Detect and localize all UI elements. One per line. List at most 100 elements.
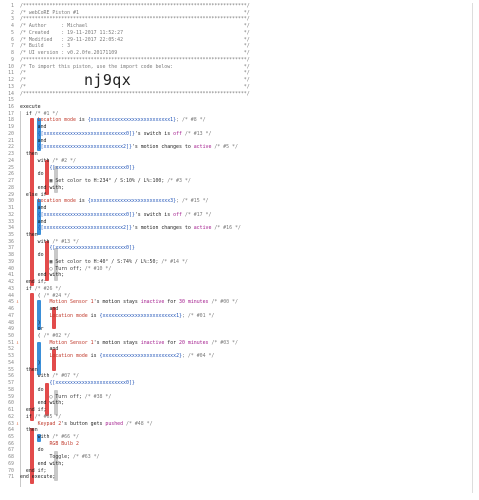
code-text[interactable]: then [20,367,38,374]
code-text[interactable]: do [20,252,44,259]
code-text[interactable]: ) [20,360,41,367]
import-code[interactable]: nj9qx [84,71,131,89]
line-number: 27 [8,178,14,185]
code-text[interactable]: with /* #66 */ [20,434,79,441]
code-text[interactable]: Motion Sensor 1's motion stays inactive … [20,299,238,306]
code-token: /* #63 */ [70,454,100,461]
code-text[interactable]: end with; [20,185,65,192]
code-text[interactable]: {[xxxxxxxxxxxxxxxxxxxxxxxxxxx2]}'s motio… [20,144,238,151]
code-token: /* #38 */ [81,393,112,400]
code-text[interactable]: {[xxxxxxxxxxxxxxxxxxxxxxxx0]} [20,165,134,172]
code-text[interactable]: do [20,387,44,394]
code-text[interactable]: then [20,151,38,158]
line-number: 61 [8,407,14,414]
code-text[interactable]: {[xxxxxxxxxxxxxxxxxxxxxxxx0]} [20,380,134,387]
code-text[interactable]: /* Created : 19-11-2017 11:52:27 */ [20,30,250,37]
code-text[interactable]: {[xxxxxxxxxxxxxxxxxxxxxxxxxxxx0]}'s swit… [20,131,212,138]
code-text[interactable]: end with; [20,461,65,468]
line-number: 19 [8,124,14,131]
code-token: end if; [20,279,47,286]
code-text[interactable]: if /* #65 */ [20,414,61,421]
code-text[interactable]: ◯ Turn off; /* #38 */ [20,394,111,401]
code-text[interactable]: /* webCoRE Piston #1 */ [20,10,250,17]
code-text[interactable]: if /* #1 */ [20,111,58,118]
code-text[interactable]: end with; [20,272,65,279]
code-text[interactable]: with /* #13 */ [20,239,79,246]
code-text[interactable]: do [20,171,44,178]
code-text[interactable]: Keypad 2's button gets pushed /* #48 */ [20,421,153,428]
code-text[interactable]: or [20,326,44,333]
code-line: 39 ▦ Set color to H:40° / S:74% / L%:50;… [0,259,479,266]
code-text[interactable]: ▦ Set color to H:234° / S:10% / L%:100; … [20,178,191,185]
code-text[interactable]: end if; [20,279,47,286]
code-line: 29 else if [0,192,479,199]
code-token: pushed [105,420,124,427]
line-number: 62 [8,413,14,420]
line-number: 15 [8,97,14,104]
code-text[interactable]: /* Build : 3 */ [20,43,250,50]
code-text[interactable]: ( /* #02 */ [20,333,70,340]
code-text[interactable]: Location mode is {xxxxxxxxxxxxxxxxxxxxxx… [20,353,214,360]
code-token: with [20,373,53,380]
code-text[interactable]: and [20,138,47,145]
code-text[interactable]: ( /* #24 */ [20,293,70,300]
code-token: ▦ Set color to H:234° / S:10% / L%:100; [20,178,165,185]
code-token: /* #66 */ [52,434,79,440]
code-text[interactable]: /***************************************… [20,16,250,23]
code-text[interactable]: with /* #2 */ [20,158,76,165]
code-text[interactable]: Toggle; /* #63 */ [20,454,100,461]
code-text[interactable]: ◯ Turn off; /* #10 */ [20,266,111,273]
code-text[interactable]: /* */ [20,77,250,84]
code-text[interactable]: then [20,232,38,239]
code-text[interactable]: and [20,346,58,353]
code-token: and [20,306,59,313]
code-line: 51 ⇩ Motion Sensor 1's motion stays inact… [0,340,479,347]
code-text[interactable]: ) [20,320,41,327]
code-text[interactable]: Motion Sensor 1's motion stays inactive … [20,340,238,347]
line-number: 54 [8,359,14,366]
code-text[interactable]: end execute; [20,474,55,481]
code-token: /* #3 */ [164,178,191,185]
code-line: 13 /* */ [0,84,479,91]
code-text[interactable]: and [20,219,47,226]
code-line: 14 /*************************************… [0,91,479,98]
code-text[interactable]: RGB Bulb 2 [20,441,78,448]
code-line: 28 end with; [0,185,479,192]
code-text[interactable]: /***************************************… [20,91,250,98]
code-text[interactable]: and [20,124,47,131]
code-text[interactable]: /* UI version : v0.2.0fe.20171109 */ [20,50,250,57]
line-number: 13 [8,83,14,90]
code-text[interactable]: {[xxxxxxxxxxxxxxxxxxxxxxxx0]} [20,245,134,252]
code-text[interactable]: /* */ [20,84,250,91]
code-text[interactable]: then [20,427,38,434]
code-text[interactable]: if /* #26 */ [20,286,61,293]
code-text[interactable]: {[xxxxxxxxxxxxxxxxxxxxxxxxxxx2]}'s motio… [20,225,241,232]
code-text[interactable]: end if; [20,407,47,414]
code-text[interactable]: Location mode is {xxxxxxxxxxxxxxxxxxxxxx… [20,313,214,320]
code-text[interactable]: /* Author : Michael */ [20,23,250,30]
code-text[interactable]: end if; [20,468,47,475]
line-number: 42 [8,279,14,286]
code-text[interactable]: /***************************************… [20,57,250,64]
code-text[interactable]: and [20,205,47,212]
code-text[interactable]: and [20,306,58,313]
code-text[interactable]: with /* #07 */ [20,373,79,380]
code-text[interactable]: {[xxxxxxxxxxxxxxxxxxxxxxxxxxxx0]}'s swit… [20,212,212,219]
code-token: is [75,117,88,124]
code-text[interactable]: ▦ Set color to H:40° / S:74% / L%:50; /*… [20,259,187,266]
code-line: 69 end with; [0,461,479,468]
code-text[interactable]: end with; [20,400,65,407]
code-text[interactable]: execute [20,104,41,111]
code-text[interactable]: /***************************************… [20,3,250,10]
line-number: 64 [8,427,14,434]
code-text[interactable]: /* */ [20,70,250,77]
code-text[interactable]: /* Modified : 29-11-2017 22:05:42 */ [20,37,250,44]
code-text[interactable]: Location mode is {xxxxxxxxxxxxxxxxxxxxxx… [20,117,206,124]
code-text[interactable]: Location mode is {xxxxxxxxxxxxxxxxxxxxxx… [20,198,209,205]
code-line: 68 Toggle; /* #63 */ [0,454,479,461]
code-text[interactable]: /* To import this piston, use the import… [20,64,250,71]
code-text[interactable]: do [20,447,44,454]
line-number: 31 [8,205,14,212]
code-text[interactable]: else if [20,192,47,199]
code-token: do [20,386,44,393]
